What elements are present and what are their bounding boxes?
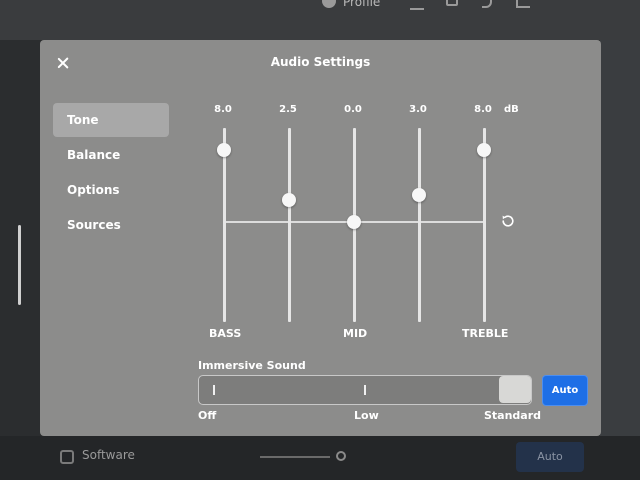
software-label[interactable]: Software [82, 448, 135, 462]
eq-label-bass: BASS [209, 327, 242, 340]
modal-title: Audio Settings [270, 55, 371, 69]
eq-track-band-2[interactable] [288, 128, 291, 322]
settings-sidebar: Tone Balance Options Sources [53, 103, 169, 243]
eq-label-mid: MID [343, 327, 368, 340]
sidebar-item-balance[interactable]: Balance [53, 138, 169, 172]
immersive-sound-label: Immersive Sound [198, 359, 306, 372]
eq-value-band-1: 8.0 [214, 104, 232, 115]
immersive-sound-slider[interactable] [198, 375, 532, 405]
background-left-panel [0, 40, 40, 480]
immersive-sound-thumb[interactable] [499, 376, 531, 403]
scroll-handle[interactable] [18, 225, 21, 305]
eq-value-band-4: 3.0 [409, 104, 427, 115]
background-top-bar: Profile [0, 0, 640, 40]
eq-thumb-band-2[interactable] [282, 192, 297, 207]
background-right-panel [600, 40, 640, 480]
sidebar-item-sources[interactable]: Sources [53, 208, 169, 242]
download-icon[interactable] [410, 0, 424, 10]
software-icon [60, 450, 74, 464]
profile-icon[interactable] [322, 0, 336, 8]
eq-label-treble: TREBLE [462, 327, 509, 340]
bell-icon[interactable] [446, 0, 458, 6]
eq-track-band-5[interactable] [483, 128, 486, 322]
bluetooth-icon[interactable] [482, 0, 492, 8]
immersive-option-off[interactable]: Off [198, 409, 216, 422]
sidebar-item-options[interactable]: Options [53, 173, 169, 207]
reset-icon[interactable] [500, 213, 516, 229]
eq-thumb-band-1[interactable] [217, 143, 232, 157]
eq-track-band-1[interactable] [223, 128, 226, 322]
immersive-option-low[interactable]: Low [354, 409, 379, 422]
equalizer: 8.0 2.5 0.0 3.0 8.0 dB BASS MID TREBLE [190, 100, 530, 345]
eq-value-band-2: 2.5 [279, 104, 297, 115]
brightness-icon[interactable] [336, 451, 346, 461]
profile-label[interactable]: Profile [343, 0, 380, 9]
eq-thumb-band-5[interactable] [477, 143, 492, 157]
background-auto-button[interactable]: Auto [516, 442, 584, 472]
eq-value-band-5: 8.0 [474, 104, 492, 115]
audio-settings-modal: Audio Settings Tone Balance Options Sour… [40, 40, 601, 436]
eq-value-band-3: 0.0 [344, 104, 362, 115]
auto-button[interactable]: Auto [542, 375, 588, 406]
slider-tick-off [213, 385, 215, 395]
eq-track-band-4[interactable] [418, 128, 421, 322]
background-bottom-bar: Software Auto [0, 436, 640, 480]
immersive-option-standard[interactable]: Standard [484, 409, 541, 422]
slider-tick-low [364, 385, 366, 395]
brightness-line [260, 456, 330, 458]
db-unit-label: dB [504, 104, 519, 115]
eq-thumb-band-3[interactable] [347, 215, 362, 229]
eq-thumb-band-4[interactable] [412, 188, 427, 202]
signal-icon [516, 0, 530, 8]
sidebar-item-tone[interactable]: Tone [53, 103, 169, 137]
